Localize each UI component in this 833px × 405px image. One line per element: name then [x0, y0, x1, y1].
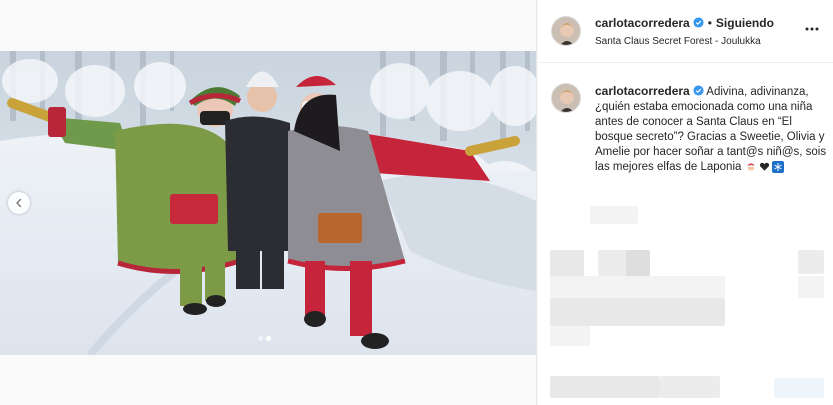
blurred-icon	[798, 276, 824, 298]
carousel-dot	[258, 336, 263, 341]
caption-text: carlotacorredera Adivina, adivinanza, ¿q…	[595, 84, 827, 175]
instagram-post-view: carlotacorredera • Siguiendo Santa Claus S…	[0, 0, 833, 405]
blurred-comment	[550, 376, 660, 398]
snowflake-emoji-icon	[771, 160, 784, 173]
header-user-line: carlotacorredera • Siguiendo	[595, 16, 774, 30]
santa-emoji-icon	[746, 163, 755, 172]
caption-avatar[interactable]	[551, 83, 581, 113]
blurred-comment	[660, 376, 720, 398]
blurred-comment	[550, 298, 725, 326]
separator-dot: •	[707, 16, 712, 30]
header-username-link[interactable]: carlotacorredera	[595, 16, 690, 30]
more-options-button[interactable]	[804, 22, 820, 36]
blurred-icon	[798, 250, 824, 274]
snow-forest-photo	[0, 51, 536, 355]
carousel-dot-active	[266, 336, 271, 341]
avatar-image	[552, 17, 580, 45]
following-button[interactable]: Siguiendo	[716, 16, 774, 30]
caption-body: Adivina, adivinanza, ¿quién estaba emoci…	[595, 86, 827, 173]
caption-emojis	[745, 160, 784, 173]
carousel-indicator	[258, 336, 271, 341]
blurred-avatar	[550, 326, 590, 346]
chevron-left-icon	[16, 198, 22, 208]
avatar[interactable]	[551, 16, 581, 46]
media-pane	[0, 0, 537, 405]
avatar-image	[552, 84, 580, 112]
location-link[interactable]: Santa Claus Secret Forest - Joulukka	[595, 36, 761, 47]
carousel-prev-button[interactable]	[8, 192, 30, 214]
blurred-comment	[626, 250, 650, 276]
blurred-comment	[550, 276, 725, 298]
blurred-comment	[590, 206, 638, 224]
caption-username-link[interactable]: carlotacorredera	[595, 84, 690, 98]
blurred-icon	[774, 378, 824, 398]
heart-emoji-icon	[759, 162, 769, 171]
post-photo[interactable]	[0, 51, 536, 355]
verified-badge-icon	[693, 85, 704, 96]
more-dots-icon	[805, 27, 819, 31]
verified-badge-icon	[693, 17, 704, 28]
post-header: carlotacorredera • Siguiendo Santa Claus S…	[538, 0, 833, 63]
blurred-avatar	[550, 250, 584, 278]
post-sidebar: carlotacorredera • Siguiendo Santa Claus S…	[538, 0, 833, 405]
